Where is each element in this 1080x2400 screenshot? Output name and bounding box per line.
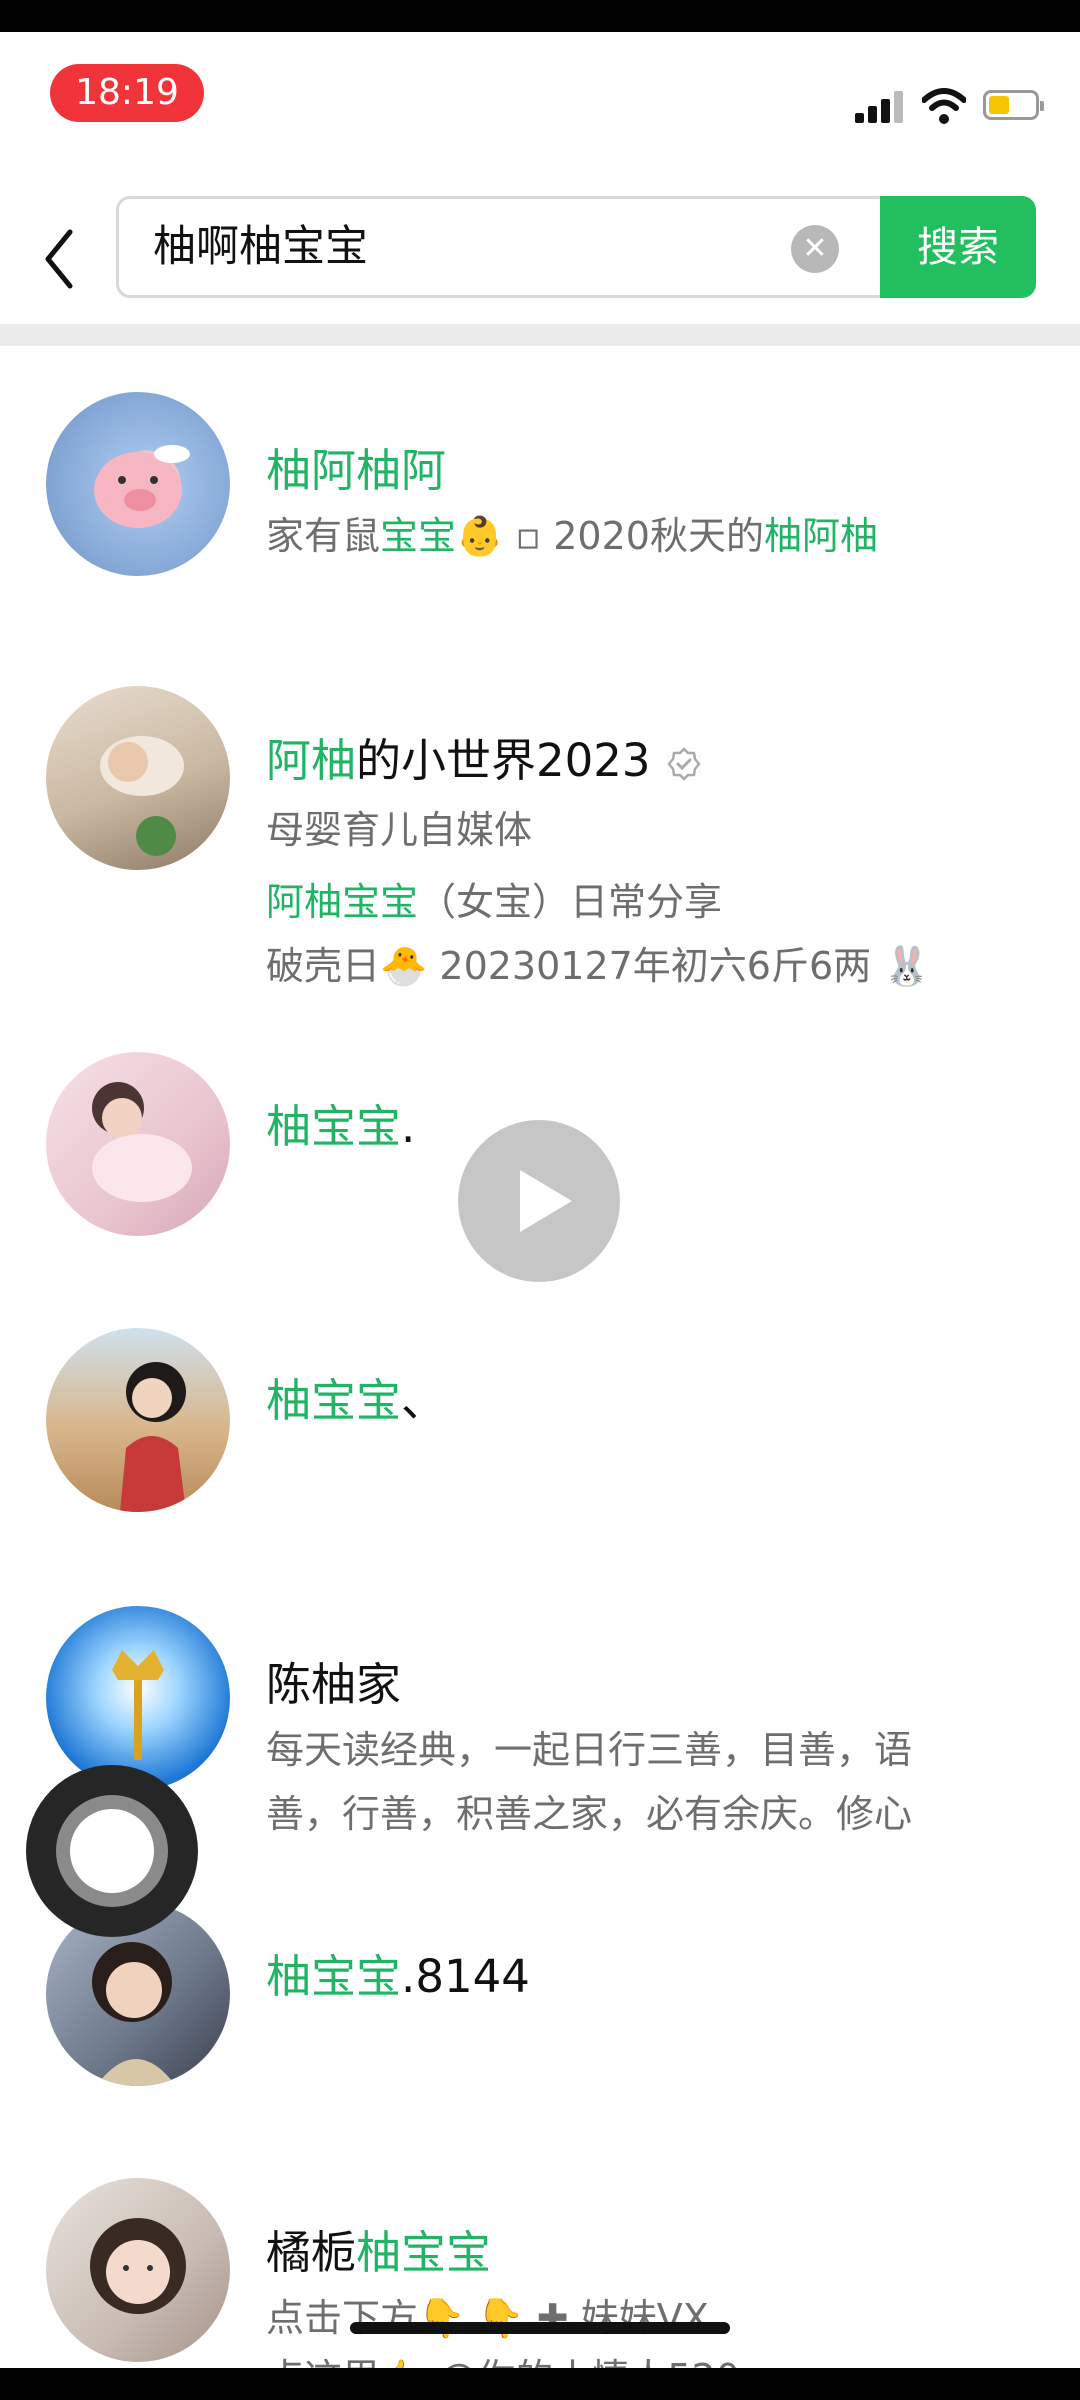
result-name: 橘栀柚宝宝 bbox=[266, 2216, 491, 2281]
cellular-signal-icon bbox=[855, 89, 907, 123]
text-segment: 橘栀 bbox=[266, 2226, 357, 2279]
text-segment: .8144 bbox=[401, 1950, 530, 2003]
home-indicator[interactable] bbox=[350, 2322, 730, 2334]
text-segment: （女宝）日常分享 bbox=[418, 880, 723, 924]
result-name: 陈柚家 bbox=[266, 1648, 401, 1713]
search-bar: ✕ 搜索 bbox=[116, 196, 1036, 298]
highlighted-text: 柚宝宝 bbox=[266, 1100, 402, 1153]
result-description: 点这里👉 @你的小情人520 bbox=[266, 2342, 740, 2368]
highlighted-text: 阿柚 bbox=[266, 734, 357, 787]
status-time: 18:19 bbox=[50, 64, 204, 122]
back-arrow-icon[interactable] bbox=[40, 224, 84, 294]
play-icon bbox=[520, 1170, 572, 1232]
screen: 18:19 ✕ 搜索 bbox=[0, 32, 1080, 2368]
text-segment: 👶 ▫ 2020秋天的 bbox=[456, 514, 764, 558]
text-segment: 家有鼠 bbox=[266, 514, 381, 558]
avatar bbox=[46, 1052, 230, 1236]
battery-icon bbox=[983, 90, 1044, 120]
result-name: 柚宝宝. bbox=[266, 1090, 415, 1155]
status-bar: 18:19 bbox=[0, 32, 1080, 160]
result-description: 家有鼠宝宝👶 ▫ 2020秋天的柚阿柚 bbox=[266, 500, 878, 572]
text-segment: 点这里👉 @你的小情人520 bbox=[266, 2356, 740, 2368]
text-segment: 每天读经典，一起日行三善，目善，语 bbox=[266, 1728, 913, 1772]
result-name: 阿柚的小世界2023 bbox=[266, 724, 701, 789]
text-segment: 陈柚家 bbox=[266, 1658, 402, 1711]
avatar bbox=[46, 392, 230, 576]
result-name: 柚阿柚阿 bbox=[266, 434, 446, 499]
text-segment: 善，行善，积善之家，必有余庆。修心 bbox=[266, 1792, 913, 1836]
highlighted-text: 柚阿柚阿 bbox=[266, 444, 447, 497]
search-input[interactable] bbox=[153, 199, 793, 295]
verified-badge-icon bbox=[666, 747, 701, 781]
result-name: 柚宝宝、 bbox=[266, 1364, 446, 1429]
text-segment: 破壳日🐣 20230127年初六6斤6两 🐰 bbox=[266, 944, 931, 988]
search-button[interactable]: 搜索 bbox=[880, 196, 1036, 298]
avatar bbox=[46, 2178, 230, 2362]
result-description: 每天读经典，一起日行三善，目善，语 bbox=[266, 1714, 912, 1786]
result-description: 阿柚宝宝（女宝）日常分享 bbox=[266, 866, 722, 938]
highlighted-text: 阿柚宝宝 bbox=[266, 880, 419, 924]
highlighted-text: 柚宝宝 bbox=[356, 2226, 492, 2279]
floating-assistive-button[interactable] bbox=[26, 1765, 198, 1937]
wifi-icon bbox=[922, 88, 966, 124]
result-description: 母婴育儿自媒体 bbox=[266, 794, 532, 866]
result-description: 破壳日🐣 20230127年初六6斤6两 🐰 bbox=[266, 930, 931, 1002]
highlighted-text: 柚宝宝 bbox=[266, 1374, 402, 1427]
clear-search-icon[interactable]: ✕ bbox=[791, 225, 839, 273]
play-button[interactable] bbox=[458, 1120, 620, 1282]
text-segment: 的小世界2023 bbox=[356, 734, 651, 787]
result-name: 柚宝宝.8144 bbox=[266, 1940, 530, 2005]
header-divider bbox=[0, 324, 1080, 346]
highlighted-text: 柚阿柚 bbox=[763, 514, 878, 558]
text-segment: . bbox=[401, 1100, 416, 1153]
text-segment: 、 bbox=[401, 1374, 447, 1427]
highlighted-text: 宝宝 bbox=[380, 514, 457, 558]
highlighted-text: 柚宝宝 bbox=[266, 1950, 402, 2003]
avatar bbox=[46, 1328, 230, 1512]
avatar bbox=[46, 1606, 230, 1790]
text-segment: 母婴育儿自媒体 bbox=[266, 808, 533, 852]
avatar bbox=[46, 686, 230, 870]
result-description: 善，行善，积善之家，必有余庆。修心 bbox=[266, 1778, 912, 1850]
